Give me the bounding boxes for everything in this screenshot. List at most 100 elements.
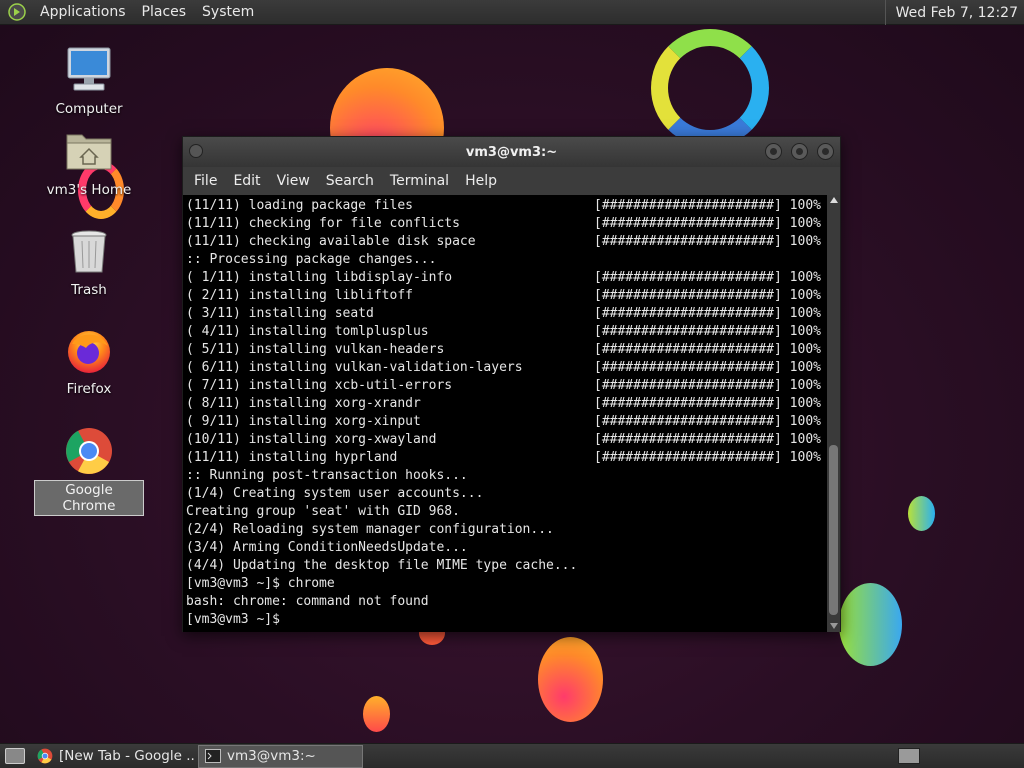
menu-search[interactable]: Search: [318, 173, 382, 189]
terminal-line-text: (11/11) installing hyprland: [186, 450, 398, 465]
trash-icon: [64, 227, 114, 277]
terminal-line: ( 4/11) installing tomlplusplus [########…: [186, 323, 825, 341]
terminal-line-text: ( 5/11) installing vulkan-headers: [186, 342, 445, 357]
taskbar-item-label: [New Tab - Google ...: [59, 748, 196, 764]
menu-edit[interactable]: Edit: [225, 173, 268, 189]
minimize-icon: [770, 148, 777, 155]
desktop-icon-home[interactable]: vm3's Home: [34, 127, 144, 199]
desktop-icon-label: Google Chrome: [34, 480, 144, 516]
menu-file[interactable]: File: [186, 173, 225, 189]
terminal-icon: [205, 749, 221, 763]
terminal-line-text: :: Processing package changes...: [186, 252, 437, 267]
mate-logo-icon[interactable]: [8, 3, 26, 21]
terminal-line: bash: chrome: command not found: [186, 593, 825, 611]
terminal-line-text: ( 8/11) installing xorg-xrandr: [186, 396, 421, 411]
terminal-line: ( 9/11) installing xorg-xinput [#########…: [186, 413, 825, 431]
desktop-icon-firefox[interactable]: Firefox: [34, 326, 144, 398]
clock[interactable]: Wed Feb 7, 12:27: [884, 0, 1024, 25]
desktop-icon-chrome[interactable]: Google Chrome: [34, 426, 144, 516]
menu-help[interactable]: Help: [457, 173, 505, 189]
terminal-line-text: (10/11) installing xorg-xwayland: [186, 432, 437, 447]
computer-icon: [64, 46, 114, 96]
terminal-cursor: [287, 611, 296, 626]
terminal-line: (4/4) Updating the desktop file MIME typ…: [186, 557, 825, 575]
terminal-line: ( 5/11) installing vulkan-headers [######…: [186, 341, 825, 359]
terminal-line: (11/11) installing hyprland [############…: [186, 449, 825, 467]
progress-bar-text: [######################] 100%: [594, 288, 821, 303]
terminal-line: ( 3/11) installing seatd [###############…: [186, 305, 825, 323]
scrollbar-thumb[interactable]: [829, 445, 838, 615]
progress-bar-text: [######################] 100%: [594, 396, 821, 411]
terminal-scrollbar[interactable]: [827, 195, 840, 632]
desktop-icon-label: vm3's Home: [46, 182, 132, 198]
terminal-line-text: bash: chrome: command not found: [186, 594, 429, 609]
terminal-line: :: Processing package changes...: [186, 251, 825, 269]
maximize-button[interactable]: [791, 143, 808, 160]
show-desktop-icon[interactable]: [5, 748, 25, 764]
progress-bar-text: [######################] 100%: [594, 342, 821, 357]
terminal-line: ( 8/11) installing xorg-xrandr [#########…: [186, 395, 825, 413]
chrome-icon: [37, 748, 53, 764]
terminal-line-text: Creating group 'seat' with GID 968.: [186, 504, 460, 519]
terminal-output[interactable]: (11/11) loading package files [##########…: [183, 195, 828, 632]
firefox-icon: [64, 326, 114, 376]
bottom-panel: [New Tab - Google ... vm3@vm3:~: [0, 743, 1024, 768]
taskbar-item-terminal[interactable]: vm3@vm3:~: [198, 744, 363, 768]
terminal-line: (1/4) Creating system user accounts...: [186, 485, 825, 503]
desktop-icon-trash[interactable]: Trash: [34, 227, 144, 299]
terminal-line-text: [vm3@vm3 ~]$ chrome: [186, 576, 335, 591]
close-button[interactable]: [817, 143, 834, 160]
places-menu[interactable]: Places: [134, 4, 195, 20]
wallpaper-small-green-blob: [908, 496, 935, 531]
menu-terminal[interactable]: Terminal: [382, 173, 457, 189]
progress-bar-text: [######################] 100%: [594, 324, 821, 339]
taskbar-item-chrome[interactable]: [New Tab - Google ...: [31, 745, 196, 768]
close-icon: [822, 148, 829, 155]
terminal-line-text: ( 2/11) installing libliftoff: [186, 288, 413, 303]
home-folder-icon: [64, 127, 114, 177]
terminal-line: (11/11) loading package files [##########…: [186, 197, 825, 215]
desktop-icon-label: Trash: [71, 282, 107, 298]
terminal-line-text: ( 4/11) installing tomlplusplus: [186, 324, 429, 339]
terminal-line: ( 1/11) installing libdisplay-info [#####…: [186, 269, 825, 287]
terminal-line-text: (2/4) Reloading system manager configura…: [186, 522, 554, 537]
terminal-line-text: (11/11) loading package files: [186, 198, 413, 213]
terminal-line: Creating group 'seat' with GID 968.: [186, 503, 825, 521]
terminal-line-text: ( 3/11) installing seatd: [186, 306, 374, 321]
window-menu-button[interactable]: [189, 144, 203, 158]
desktop-icon-computer[interactable]: Computer: [34, 46, 144, 118]
scroll-up-arrow-icon[interactable]: [830, 197, 838, 203]
minimize-button[interactable]: [765, 143, 782, 160]
workspace-switcher[interactable]: [898, 748, 920, 764]
terminal-line: (3/4) Arming ConditionNeedsUpdate...: [186, 539, 825, 557]
terminal-window[interactable]: vm3@vm3:~ File Edit View Search Terminal…: [182, 136, 841, 632]
terminal-line-text: (11/11) checking available disk space: [186, 234, 476, 249]
wallpaper-green-blob: [839, 583, 902, 666]
top-panel: Applications Places System Wed Feb 7, 12…: [0, 0, 1024, 25]
terminal-line: ( 2/11) installing libliftoff [##########…: [186, 287, 825, 305]
wallpaper-small-orange-blob: [363, 696, 390, 732]
menu-view[interactable]: View: [269, 173, 318, 189]
system-menu[interactable]: System: [194, 4, 262, 20]
terminal-line-text: ( 7/11) installing xcb-util-errors: [186, 378, 453, 393]
terminal-prompt: [vm3@vm3 ~]$: [186, 612, 288, 627]
progress-bar-text: [######################] 100%: [594, 270, 821, 285]
progress-bar-text: [######################] 100%: [594, 450, 821, 465]
progress-bar-text: [######################] 100%: [594, 378, 821, 393]
terminal-line: ( 7/11) installing xcb-util-errors [#####…: [186, 377, 825, 395]
window-titlebar[interactable]: vm3@vm3:~: [183, 137, 840, 167]
desktop-icon-label: Firefox: [66, 381, 112, 397]
terminal-line-text: ( 1/11) installing libdisplay-info: [186, 270, 453, 285]
wallpaper-orange-blob: [538, 637, 603, 722]
terminal-line: (11/11) checking for file conflicts [####…: [186, 215, 825, 233]
progress-bar-text: [######################] 100%: [594, 432, 821, 447]
terminal-line: (11/11) checking available disk space [##…: [186, 233, 825, 251]
scroll-down-arrow-icon[interactable]: [830, 623, 838, 629]
terminal-line-text: ( 9/11) installing xorg-xinput: [186, 414, 421, 429]
progress-bar-text: [######################] 100%: [594, 414, 821, 429]
applications-menu[interactable]: Applications: [32, 4, 134, 20]
terminal-prompt-line[interactable]: [vm3@vm3 ~]$: [186, 611, 825, 629]
chrome-icon: [64, 426, 114, 476]
wallpaper-ring: [651, 29, 769, 147]
terminal-line-text: (4/4) Updating the desktop file MIME typ…: [186, 558, 578, 573]
